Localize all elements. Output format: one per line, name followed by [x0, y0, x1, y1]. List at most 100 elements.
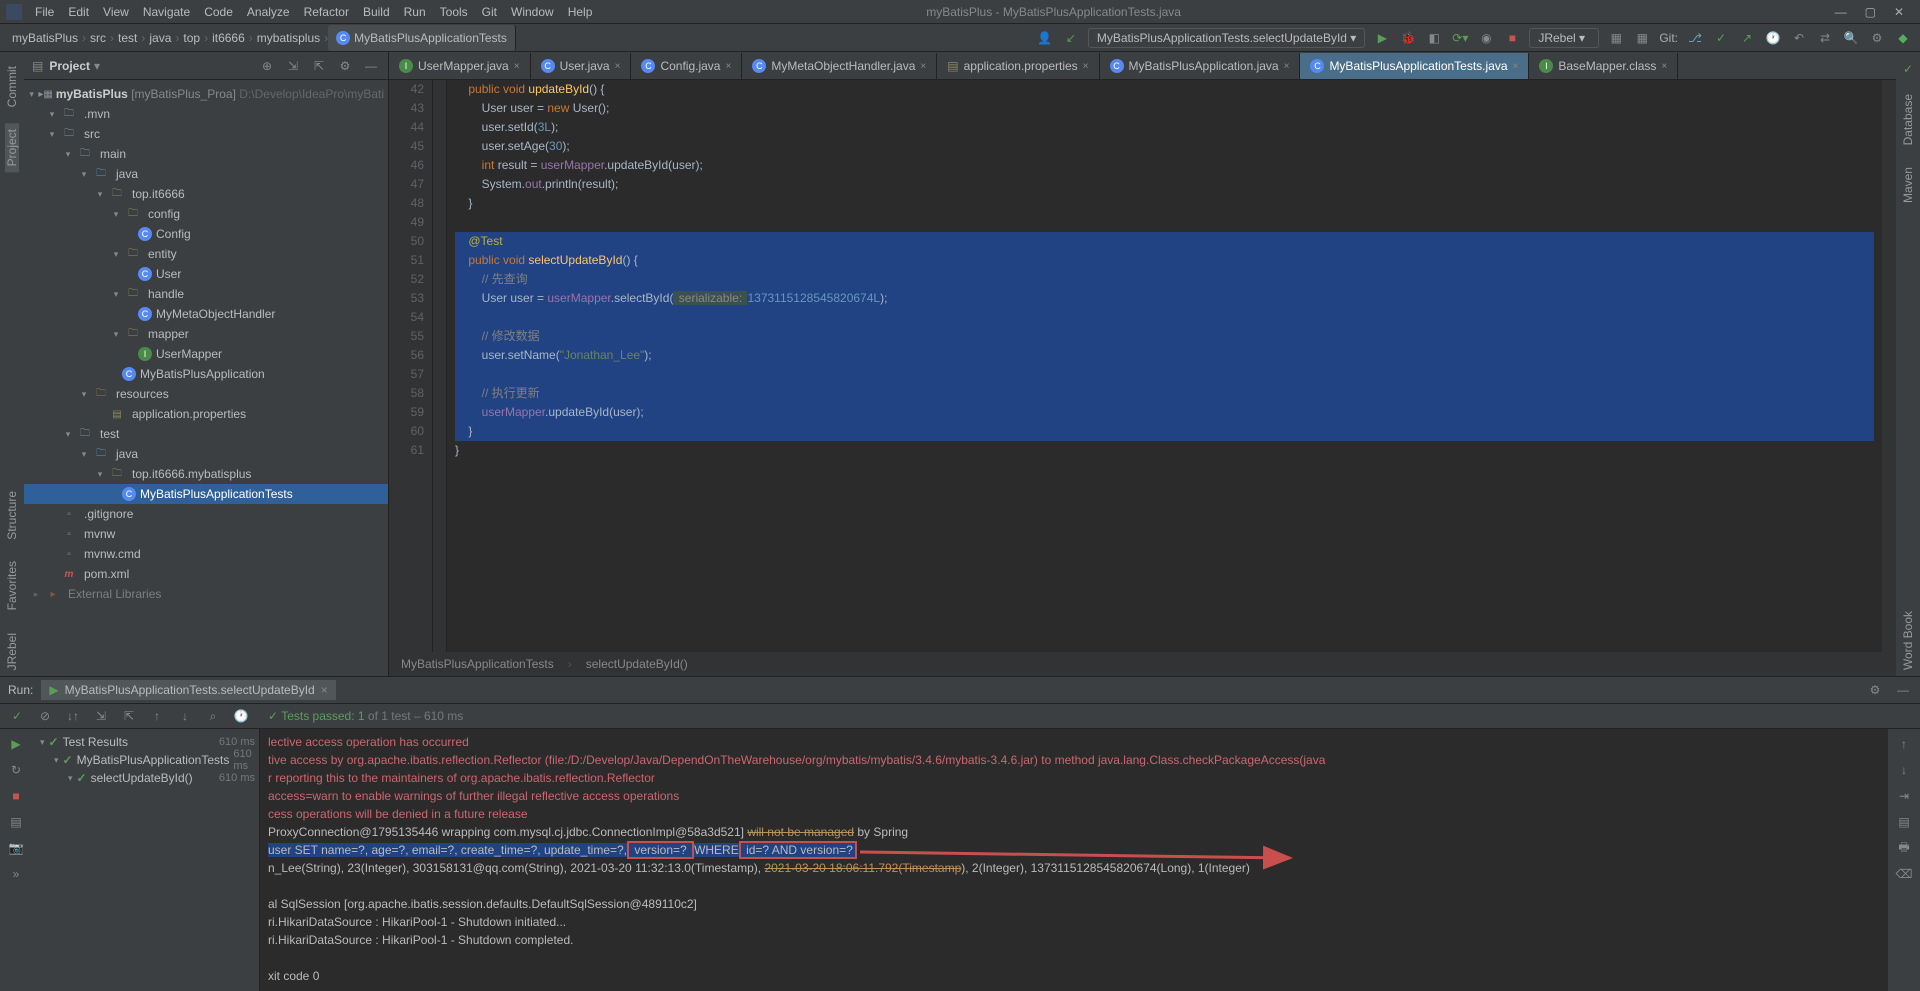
menu-help[interactable]: Help — [561, 5, 600, 19]
history-icon[interactable]: 🕐 — [232, 707, 250, 725]
tree-item[interactable]: IUserMapper — [24, 344, 388, 364]
menu-tools[interactable]: Tools — [433, 5, 475, 19]
tree-item[interactable]: CConfig — [24, 224, 388, 244]
git-push-icon[interactable]: ↗ — [1738, 29, 1756, 47]
jrebel-icon1[interactable]: ▦ — [1607, 29, 1625, 47]
menu-code[interactable]: Code — [197, 5, 240, 19]
editor-tab[interactable]: CMyBatisPlusApplication.java× — [1100, 53, 1301, 79]
bc-class[interactable]: MyBatisPlusApplicationTests — [401, 657, 554, 671]
crumb[interactable]: myBatisPlus — [8, 31, 82, 45]
tree-item[interactable]: ▫mvnw — [24, 524, 388, 544]
expand-icon[interactable]: ⇲ — [92, 707, 110, 725]
editor-body[interactable]: 4243444546474849505152535455565758596061… — [389, 80, 1896, 652]
tool-commit[interactable]: Commit — [5, 60, 19, 113]
menu-edit[interactable]: Edit — [61, 5, 96, 19]
rerun-failed-icon[interactable]: ↻ — [7, 761, 25, 779]
menu-run[interactable]: Run — [397, 5, 433, 19]
tool-maven[interactable]: Maven — [1901, 161, 1915, 209]
crumb-file[interactable]: CMyBatisPlusApplicationTests — [328, 25, 516, 51]
add-config-icon[interactable]: 👤 — [1036, 29, 1054, 47]
tree-item[interactable]: CMyMetaObjectHandler — [24, 304, 388, 324]
tree-item[interactable]: ▾🗀resources — [24, 384, 388, 404]
project-tree[interactable]: ▾▸▦ myBatisPlus [myBatisPlus_Proa] D:\De… — [24, 80, 388, 676]
rerun-icon[interactable]: ▶ — [7, 735, 25, 753]
search-icon[interactable]: 🔍 — [1842, 29, 1860, 47]
jrebel-combo[interactable]: JRebel ▾ — [1529, 28, 1599, 48]
sort-icon[interactable]: ↓↑ — [64, 707, 82, 725]
run-settings-icon[interactable]: ⚙ — [1866, 681, 1884, 699]
tree-item[interactable]: ▾🗀top.it6666.mybatisplus — [24, 464, 388, 484]
pin-icon[interactable]: ▤ — [7, 813, 25, 831]
console-output[interactable]: lective access operation has occurredtiv… — [260, 729, 1888, 991]
clear-icon[interactable]: ⌫ — [1895, 865, 1913, 883]
jrebel-icon2[interactable]: ▦ — [1633, 29, 1651, 47]
editor-tab[interactable]: CConfig.java× — [631, 53, 742, 79]
crumb[interactable]: java — [145, 31, 175, 45]
next-icon[interactable]: ↓ — [176, 707, 194, 725]
test-tree-item[interactable]: ▾✓MyBatisPlusApplicationTests610 ms — [36, 751, 255, 769]
editor-tab[interactable]: CMyBatisPlusApplicationTests.java× — [1300, 53, 1529, 79]
tree-item[interactable]: ▾🗀java — [24, 164, 388, 184]
crumb[interactable]: test — [114, 31, 141, 45]
tree-item[interactable]: ▤application.properties — [24, 404, 388, 424]
show-passed-icon[interactable]: ✓ — [8, 707, 26, 725]
menu-file[interactable]: File — [28, 5, 61, 19]
tree-root[interactable]: ▾▸▦ myBatisPlus [myBatisPlus_Proa] D:\De… — [24, 84, 388, 104]
project-dropdown-icon[interactable]: ▤ — [32, 59, 43, 73]
menu-navigate[interactable]: Navigate — [136, 5, 197, 19]
tree-item[interactable]: ▾🗀main — [24, 144, 388, 164]
run-config-combo[interactable]: MyBatisPlusApplicationTests.selectUpdate… — [1088, 28, 1365, 48]
attach-icon[interactable]: ◉ — [1477, 29, 1495, 47]
tree-item[interactable]: ▾🗀entity — [24, 244, 388, 264]
tool-wordbook[interactable]: Word Book — [1901, 605, 1915, 676]
select-opened-icon[interactable]: ⊕ — [258, 57, 276, 75]
codewithme-icon[interactable]: ⇄ — [1816, 29, 1834, 47]
vcs-update-icon[interactable]: ↙ — [1062, 29, 1080, 47]
tool-jrebel[interactable]: JRebel — [5, 627, 19, 676]
crumb[interactable]: it6666 — [208, 31, 249, 45]
editor-scrollbar[interactable] — [1882, 80, 1896, 652]
inspection-ok-icon[interactable]: ✓ — [1899, 60, 1917, 78]
git-rollback-icon[interactable]: ↶ — [1790, 29, 1808, 47]
editor-tab[interactable]: CUser.java× — [531, 53, 632, 79]
export-icon[interactable]: ⌕ — [204, 707, 222, 725]
editor-tab[interactable]: IBaseMapper.class× — [1529, 53, 1678, 79]
coverage-icon[interactable]: ◧ — [1425, 29, 1443, 47]
git-branch-icon[interactable]: ⎇ — [1686, 29, 1704, 47]
tool-favorites[interactable]: Favorites — [5, 555, 19, 616]
tree-item[interactable]: CMyBatisPlusApplicationTests — [24, 484, 388, 504]
tree-item[interactable]: ▫mvnw.cmd — [24, 544, 388, 564]
print-icon[interactable]: 🖶 — [1895, 839, 1913, 857]
crumb[interactable]: top — [179, 31, 204, 45]
scroll-up-icon[interactable]: ↑ — [1895, 735, 1913, 753]
bc-method[interactable]: selectUpdateById() — [586, 657, 688, 671]
settings-icon[interactable]: ⚙ — [336, 57, 354, 75]
run-icon[interactable]: ▶ — [1373, 29, 1391, 47]
camera-icon[interactable]: 📷 — [7, 839, 25, 857]
menu-git[interactable]: Git — [475, 5, 504, 19]
menu-analyze[interactable]: Analyze — [240, 5, 297, 19]
menu-build[interactable]: Build — [356, 5, 397, 19]
tree-item[interactable]: ▾🗀src — [24, 124, 388, 144]
hide-icon[interactable]: — — [362, 57, 380, 75]
tree-item[interactable]: ▾🗀java — [24, 444, 388, 464]
tool-project[interactable]: Project — [5, 123, 19, 172]
run-hide-icon[interactable]: — — [1894, 681, 1912, 699]
run-tab[interactable]: ▶MyBatisPlusApplicationTests.selectUpdat… — [41, 680, 335, 700]
test-tree[interactable]: ▾✓Test Results610 ms▾✓MyBatisPlusApplica… — [32, 729, 260, 991]
tree-item[interactable]: CUser — [24, 264, 388, 284]
editor-tab[interactable]: CMyMetaObjectHandler.java× — [742, 53, 937, 79]
collapse-all-icon[interactable]: ⇱ — [310, 57, 328, 75]
tree-item[interactable]: ▾🗀test — [24, 424, 388, 444]
soft-wrap-icon[interactable]: ⇥ — [1895, 787, 1913, 805]
tree-item[interactable]: CMyBatisPlusApplication — [24, 364, 388, 384]
menu-refactor[interactable]: Refactor — [297, 5, 356, 19]
tool-structure[interactable]: Structure — [5, 485, 19, 546]
stop-run-icon[interactable]: ■ — [7, 787, 25, 805]
more-icon[interactable]: » — [7, 865, 25, 883]
tree-item[interactable]: ▸▸External Libraries — [24, 584, 388, 604]
editor-tab[interactable]: IUserMapper.java× — [389, 53, 531, 79]
stop-icon[interactable]: ■ — [1503, 29, 1521, 47]
git-commit-icon[interactable]: ✓ — [1712, 29, 1730, 47]
maximize-icon[interactable]: ▢ — [1865, 5, 1876, 19]
